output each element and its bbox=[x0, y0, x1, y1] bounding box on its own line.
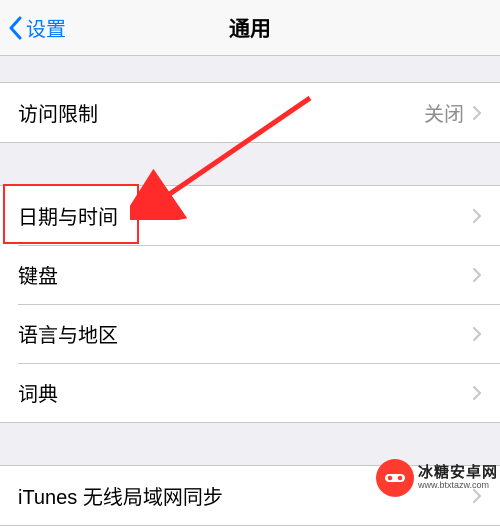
navbar: 设置 通用 bbox=[0, 0, 500, 56]
row-label: 语言与地区 bbox=[18, 319, 472, 348]
watermark-text-en: www.btxtazw.com bbox=[418, 481, 498, 491]
row-date-time[interactable]: 日期与时间 bbox=[0, 186, 500, 245]
row-label: 访问限制 bbox=[18, 98, 424, 127]
back-button[interactable]: 设置 bbox=[0, 13, 66, 42]
row-keyboard[interactable]: 键盘 bbox=[0, 245, 500, 304]
chevron-left-icon bbox=[8, 16, 22, 40]
chevron-right-icon bbox=[472, 326, 482, 342]
watermark: 冰糖安卓网 www.btxtazw.com bbox=[376, 459, 498, 497]
back-label: 设置 bbox=[26, 13, 66, 42]
chevron-right-icon bbox=[472, 267, 482, 283]
row-value: 关闭 bbox=[424, 98, 464, 127]
chevron-right-icon bbox=[472, 208, 482, 224]
page-title: 通用 bbox=[0, 13, 500, 43]
watermark-logo-icon bbox=[376, 459, 414, 497]
row-label: 键盘 bbox=[18, 260, 472, 289]
chevron-right-icon bbox=[472, 105, 482, 121]
row-language-region[interactable]: 语言与地区 bbox=[0, 304, 500, 363]
row-label: 词典 bbox=[18, 378, 472, 407]
row-label: 日期与时间 bbox=[18, 201, 472, 230]
group-settings: 日期与时间 键盘 语言与地区 词典 bbox=[0, 185, 500, 423]
group-restrictions: 访问限制 关闭 bbox=[0, 82, 500, 143]
chevron-right-icon bbox=[472, 385, 482, 401]
row-restrictions[interactable]: 访问限制 关闭 bbox=[0, 83, 500, 142]
row-dictionary[interactable]: 词典 bbox=[0, 363, 500, 422]
watermark-text-cn: 冰糖安卓网 bbox=[418, 465, 498, 482]
